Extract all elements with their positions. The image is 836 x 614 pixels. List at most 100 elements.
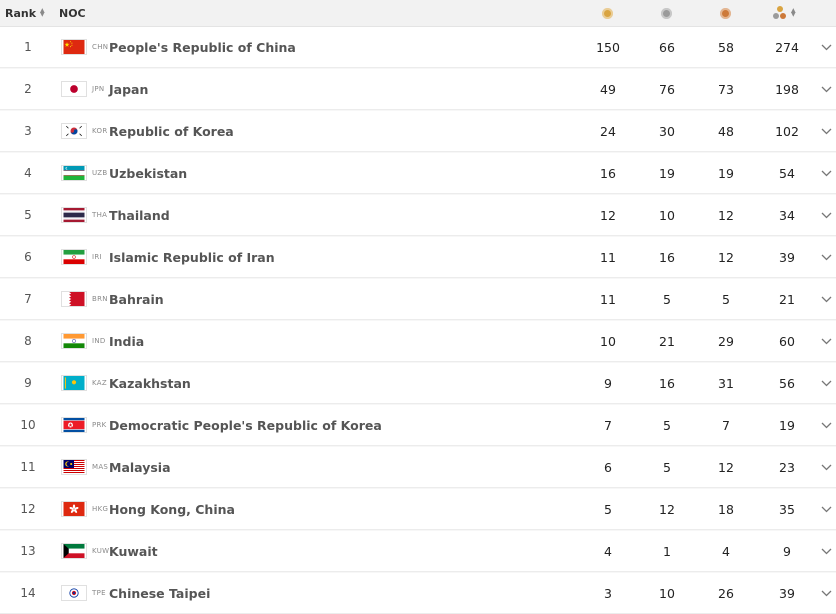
silver-count: 5 [647, 405, 687, 445]
total-count: 274 [767, 27, 807, 67]
expand-chevron-down-icon[interactable] [818, 447, 834, 487]
bronze-count: 12 [706, 195, 746, 235]
expand-chevron-down-icon[interactable] [818, 195, 834, 235]
bronze-count: 12 [706, 237, 746, 277]
country-flag-icon [61, 333, 87, 349]
noc-code: MAS [92, 447, 108, 487]
country-name-link[interactable]: Uzbekistan [109, 153, 187, 193]
gold-count: 5 [588, 489, 628, 529]
gold-count: 10 [588, 321, 628, 361]
rank-cell: 3 [0, 111, 56, 151]
expand-chevron-down-icon[interactable] [818, 405, 834, 445]
noc-code: CHN [92, 27, 108, 67]
expand-chevron-down-icon[interactable] [818, 237, 834, 277]
country-name-link[interactable]: Thailand [109, 195, 170, 235]
rank-cell: 13 [0, 531, 56, 571]
silver-count: 66 [647, 27, 687, 67]
table-row[interactable]: 3KORRepublic of Korea243048102 [0, 111, 836, 152]
country-name-link[interactable]: Malaysia [109, 447, 171, 487]
expand-chevron-down-icon[interactable] [818, 111, 834, 151]
silver-medal-icon [661, 8, 672, 19]
table-row[interactable]: 1CHNPeople's Republic of China1506658274 [0, 27, 836, 68]
country-name-link[interactable]: Republic of Korea [109, 111, 234, 151]
country-name-link[interactable]: India [109, 321, 144, 361]
table-row[interactable]: 7BRNBahrain115521 [0, 279, 836, 320]
country-name-link[interactable]: Kuwait [109, 531, 158, 571]
sort-icon: ▲▼ [40, 9, 45, 17]
country-name-link[interactable]: Bahrain [109, 279, 164, 319]
expand-chevron-down-icon[interactable] [818, 153, 834, 193]
expand-chevron-down-icon[interactable] [818, 69, 834, 109]
medal-table: Rank ▲▼ NOC ▲▼ 1CHNPeople's Republic of … [0, 0, 836, 614]
total-count: 198 [767, 69, 807, 109]
gold-count: 9 [588, 363, 628, 403]
country-flag-icon [61, 123, 87, 139]
rank-column-header[interactable]: Rank ▲▼ [5, 0, 45, 26]
country-name-link[interactable]: People's Republic of China [109, 27, 296, 67]
total-count: 9 [767, 531, 807, 571]
expand-chevron-down-icon[interactable] [818, 489, 834, 529]
country-name-link[interactable]: Japan [109, 69, 148, 109]
rank-cell: 2 [0, 69, 56, 109]
expand-chevron-down-icon[interactable] [818, 531, 834, 571]
silver-count: 12 [647, 489, 687, 529]
table-row[interactable]: 8INDIndia10212960 [0, 321, 836, 362]
rank-cell: 7 [0, 279, 56, 319]
country-flag-icon [61, 81, 87, 97]
table-row[interactable]: 5THAThailand12101234 [0, 195, 836, 236]
total-count: 56 [767, 363, 807, 403]
bronze-count: 4 [706, 531, 746, 571]
country-flag-icon [61, 375, 87, 391]
silver-column-header[interactable] [661, 0, 672, 26]
country-name-link[interactable]: Kazakhstan [109, 363, 191, 403]
gold-column-header[interactable] [602, 0, 613, 26]
gold-count: 7 [588, 405, 628, 445]
silver-count: 16 [647, 363, 687, 403]
total-count: 35 [767, 489, 807, 529]
table-header: Rank ▲▼ NOC ▲▼ [0, 0, 836, 27]
country-flag-icon [61, 291, 87, 307]
rank-cell: 6 [0, 237, 56, 277]
table-row[interactable]: 14TPEChinese Taipei3102639 [0, 573, 836, 614]
country-name-link[interactable]: Hong Kong, China [109, 489, 235, 529]
bronze-count: 18 [706, 489, 746, 529]
expand-chevron-down-icon[interactable] [818, 573, 834, 613]
country-flag-icon [61, 543, 87, 559]
table-row[interactable]: 13KUWKuwait4149 [0, 531, 836, 572]
gold-count: 6 [588, 447, 628, 487]
country-name-link[interactable]: Islamic Republic of Iran [109, 237, 275, 277]
gold-count: 24 [588, 111, 628, 151]
noc-code: JPN [92, 69, 104, 109]
country-name-link[interactable]: Democratic People's Republic of Korea [109, 405, 382, 445]
expand-chevron-down-icon[interactable] [818, 363, 834, 403]
expand-chevron-down-icon[interactable] [818, 27, 834, 67]
gold-count: 11 [588, 237, 628, 277]
expand-chevron-down-icon[interactable] [818, 279, 834, 319]
table-row[interactable]: 4UZBUzbekistan16191954 [0, 153, 836, 194]
rank-cell: 12 [0, 489, 56, 529]
noc-code: KOR [92, 111, 107, 151]
bronze-column-header[interactable] [720, 0, 731, 26]
country-flag-icon [61, 459, 87, 475]
table-row[interactable]: 10PRKDemocratic People's Republic of Kor… [0, 405, 836, 446]
total-column-header[interactable]: ▲▼ [773, 0, 796, 26]
noc-code: PRK [92, 405, 107, 445]
total-count: 23 [767, 447, 807, 487]
table-row[interactable]: 2JPNJapan497673198 [0, 69, 836, 110]
country-name-link[interactable]: Chinese Taipei [109, 573, 210, 613]
total-count: 19 [767, 405, 807, 445]
gold-count: 12 [588, 195, 628, 235]
gold-count: 11 [588, 279, 628, 319]
noc-code: THA [92, 195, 107, 235]
country-flag-icon [61, 417, 87, 433]
bronze-count: 48 [706, 111, 746, 151]
expand-chevron-down-icon[interactable] [818, 321, 834, 361]
bronze-count: 7 [706, 405, 746, 445]
table-row[interactable]: 11MASMalaysia651223 [0, 447, 836, 488]
table-row[interactable]: 6IRIIslamic Republic of Iran11161239 [0, 237, 836, 278]
rank-cell: 11 [0, 447, 56, 487]
silver-count: 30 [647, 111, 687, 151]
table-row[interactable]: 12HKGHong Kong, China5121835 [0, 489, 836, 530]
bronze-count: 19 [706, 153, 746, 193]
table-row[interactable]: 9KAZKazakhstan9163156 [0, 363, 836, 404]
